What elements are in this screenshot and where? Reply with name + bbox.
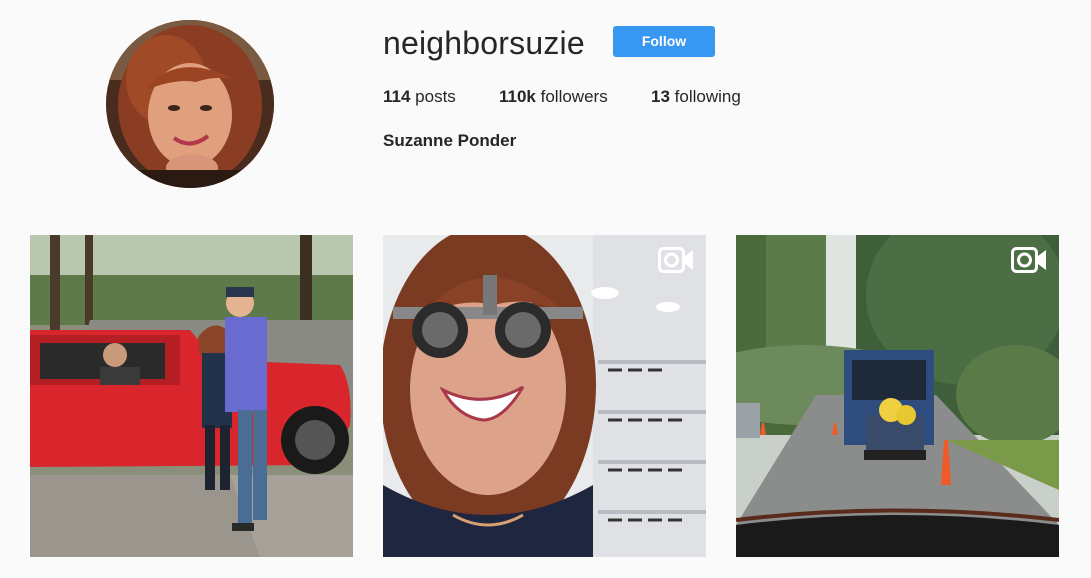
posts-count-label: posts [415, 87, 456, 106]
posts-count-value: 114 [383, 87, 411, 106]
avatar[interactable] [106, 20, 274, 188]
video-camera-icon [1011, 247, 1046, 273]
follow-button[interactable]: Follow [613, 26, 715, 57]
followers-count-value: 110k [499, 87, 536, 106]
following-link[interactable]: 13 following [651, 86, 741, 108]
post-thumbnail-1[interactable] [30, 235, 353, 557]
followers-link[interactable]: 110k followers [499, 86, 608, 108]
full-name: Suzanne Ponder [383, 131, 517, 150]
username: neighborsuzie [383, 25, 585, 61]
video-camera-icon [658, 247, 693, 273]
following-count-value: 13 [651, 87, 670, 106]
profile-page: neighborsuzie Follow 114 posts 110k foll… [0, 0, 1091, 578]
following-count-label: following [674, 87, 741, 106]
post-thumbnail-2[interactable] [383, 235, 706, 557]
posts-count: 114 posts [383, 86, 456, 108]
followers-count-label: followers [540, 87, 608, 106]
post-thumbnail-3[interactable] [736, 235, 1059, 557]
